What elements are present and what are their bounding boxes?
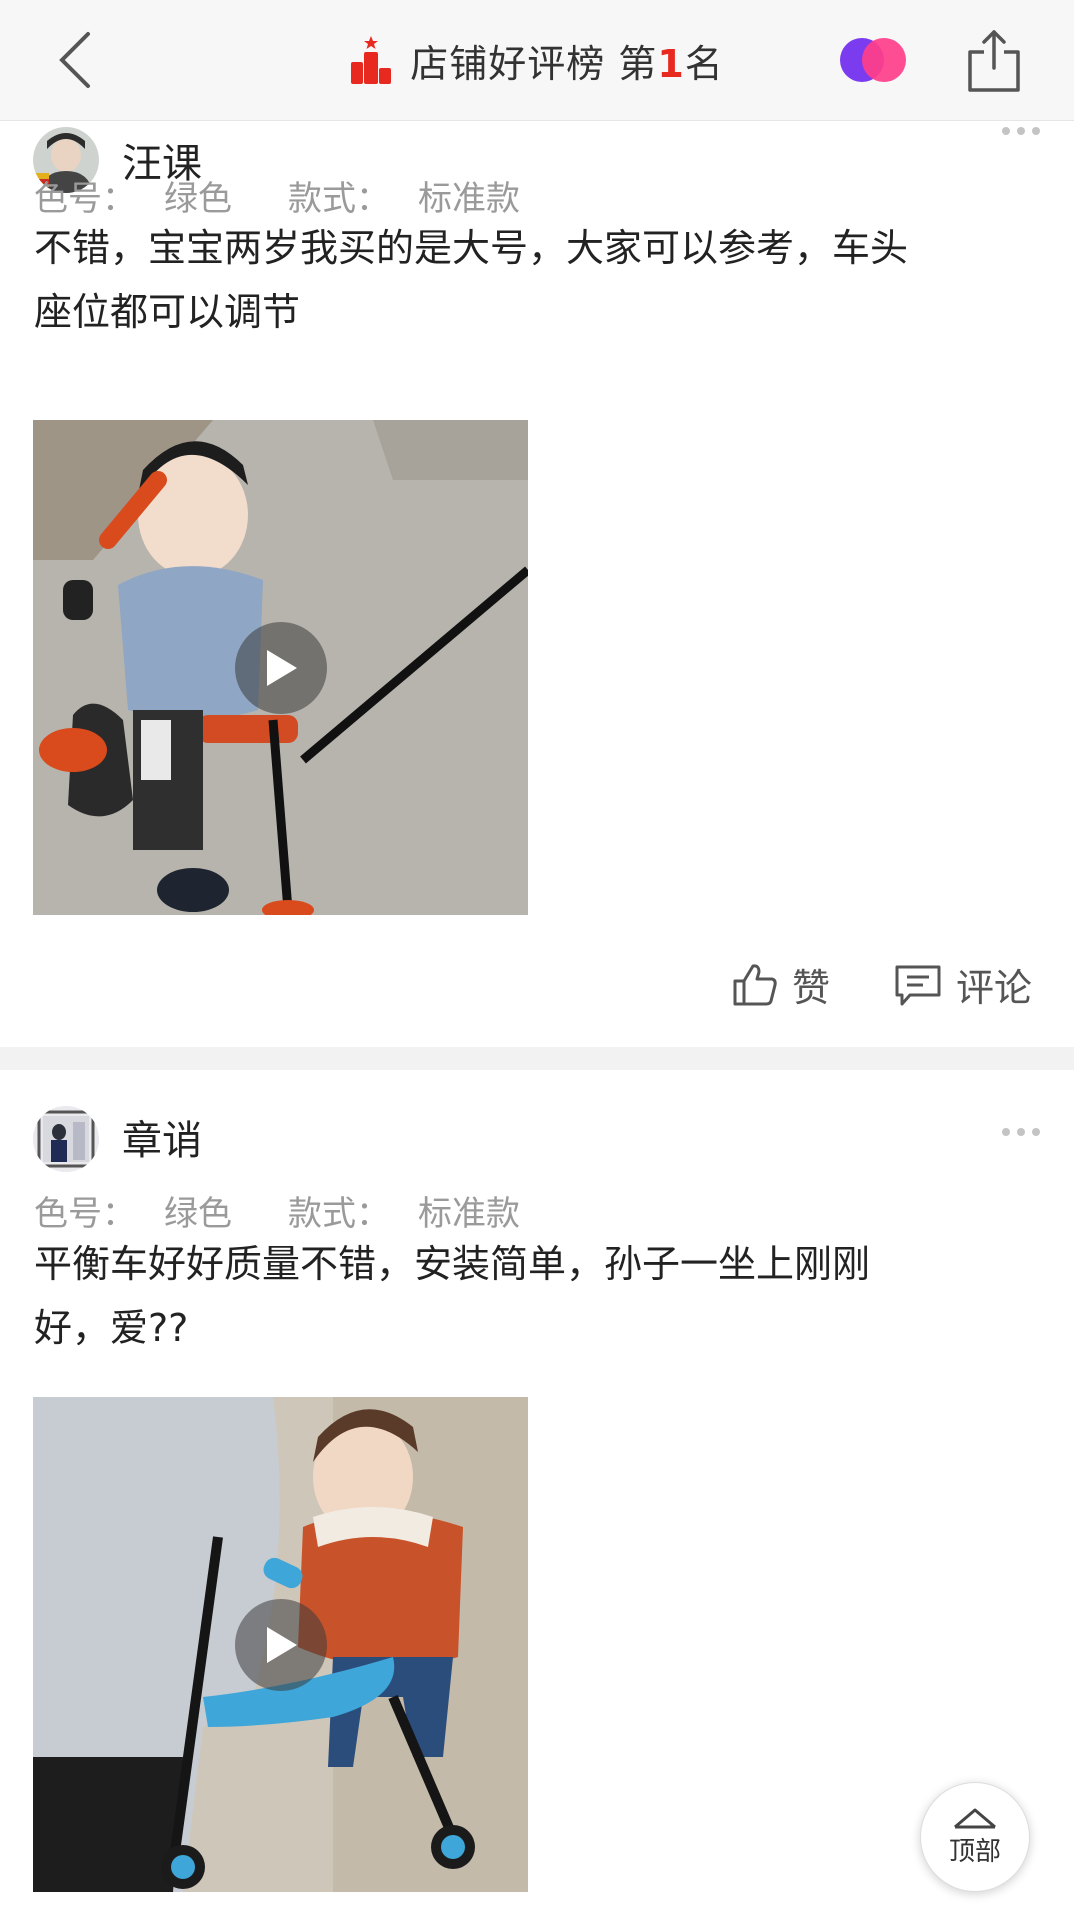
comment-label: 评论 [956, 966, 1033, 1010]
like-button[interactable]: 赞 [732, 957, 830, 1012]
spec-color-value: 绿色 [164, 179, 232, 219]
review-video[interactable] [33, 1397, 528, 1892]
review-video[interactable] [33, 420, 528, 915]
spec-style-value: 标准款 [418, 179, 520, 219]
avatar-image [33, 1106, 99, 1172]
ranking-bars-icon [351, 36, 392, 84]
title-prefix: 店铺好评榜 第 [410, 41, 658, 86]
more-options-icon[interactable] [1002, 125, 1042, 137]
review-text-line: 座位都可以调节 [34, 290, 301, 334]
product-spec: 色号： 绿色 款式： 标准款 [34, 171, 576, 220]
spec-style-value: 标准款 [418, 1194, 520, 1234]
review-text: 不错，宝宝两岁我买的是大号，大家可以参考，车头 座位都可以调节 [34, 216, 1014, 344]
play-icon[interactable] [234, 621, 327, 714]
title-suffix: 名 [684, 41, 724, 86]
review-text: 平衡车好好质量不错，安装简单，孙子一坐上刚刚 好，爱?? [34, 1232, 1014, 1360]
top-nav-bar: 店铺好评榜 第1名 [0, 0, 1074, 121]
review-text-line: 不错，宝宝两岁我买的是大号，大家可以参考，车头 [34, 226, 909, 270]
avatar[interactable] [33, 1106, 99, 1172]
comment-icon [895, 965, 941, 1005]
thumbs-up-icon [733, 963, 777, 1005]
spec-style-label: 款式： [288, 1194, 390, 1234]
comment-button[interactable]: 评论 [894, 957, 1032, 1012]
share-icon[interactable] [966, 28, 1022, 94]
product-spec: 色号： 绿色 款式： 标准款 [34, 1186, 576, 1235]
review-card: 汪课 色号： 绿色 款式： 标准款 不错，宝宝两岁我买的是大号，大家可以参考，车头 座… [0, 121, 1074, 1047]
rank-number: 1 [657, 41, 685, 86]
review-text-line: 好，爱?? [34, 1306, 189, 1350]
review-text-line: 平衡车好好质量不错，安装简单，孙子一坐上刚刚 [34, 1242, 871, 1286]
review-card: 章诮 色号： 绿色 款式： 标准款 平衡车好好质量不错，安装简单，孙子一坐上刚刚 好，… [0, 1070, 1074, 1920]
overlapping-circles-icon[interactable] [838, 36, 908, 84]
spec-color-label: 色号： [34, 1194, 136, 1234]
username: 章诮 [122, 1118, 202, 1164]
spec-style-label: 款式： [288, 179, 390, 219]
more-options-icon[interactable] [1002, 1126, 1042, 1138]
back-to-top-label: 顶部 [948, 1836, 1001, 1867]
section-divider [0, 1047, 1074, 1070]
page-title: 店铺好评榜 第1名 [0, 0, 1074, 120]
title-text: 店铺好评榜 第1名 [410, 33, 724, 88]
play-icon[interactable] [234, 1598, 327, 1691]
back-to-top-button[interactable]: 顶部 [920, 1782, 1030, 1892]
spec-color-value: 绿色 [164, 1194, 232, 1234]
arrow-up-icon [954, 1808, 996, 1828]
spec-color-label: 色号： [34, 179, 136, 219]
like-label: 赞 [792, 966, 831, 1010]
review-actions: 赞 评论 [0, 957, 1074, 1017]
